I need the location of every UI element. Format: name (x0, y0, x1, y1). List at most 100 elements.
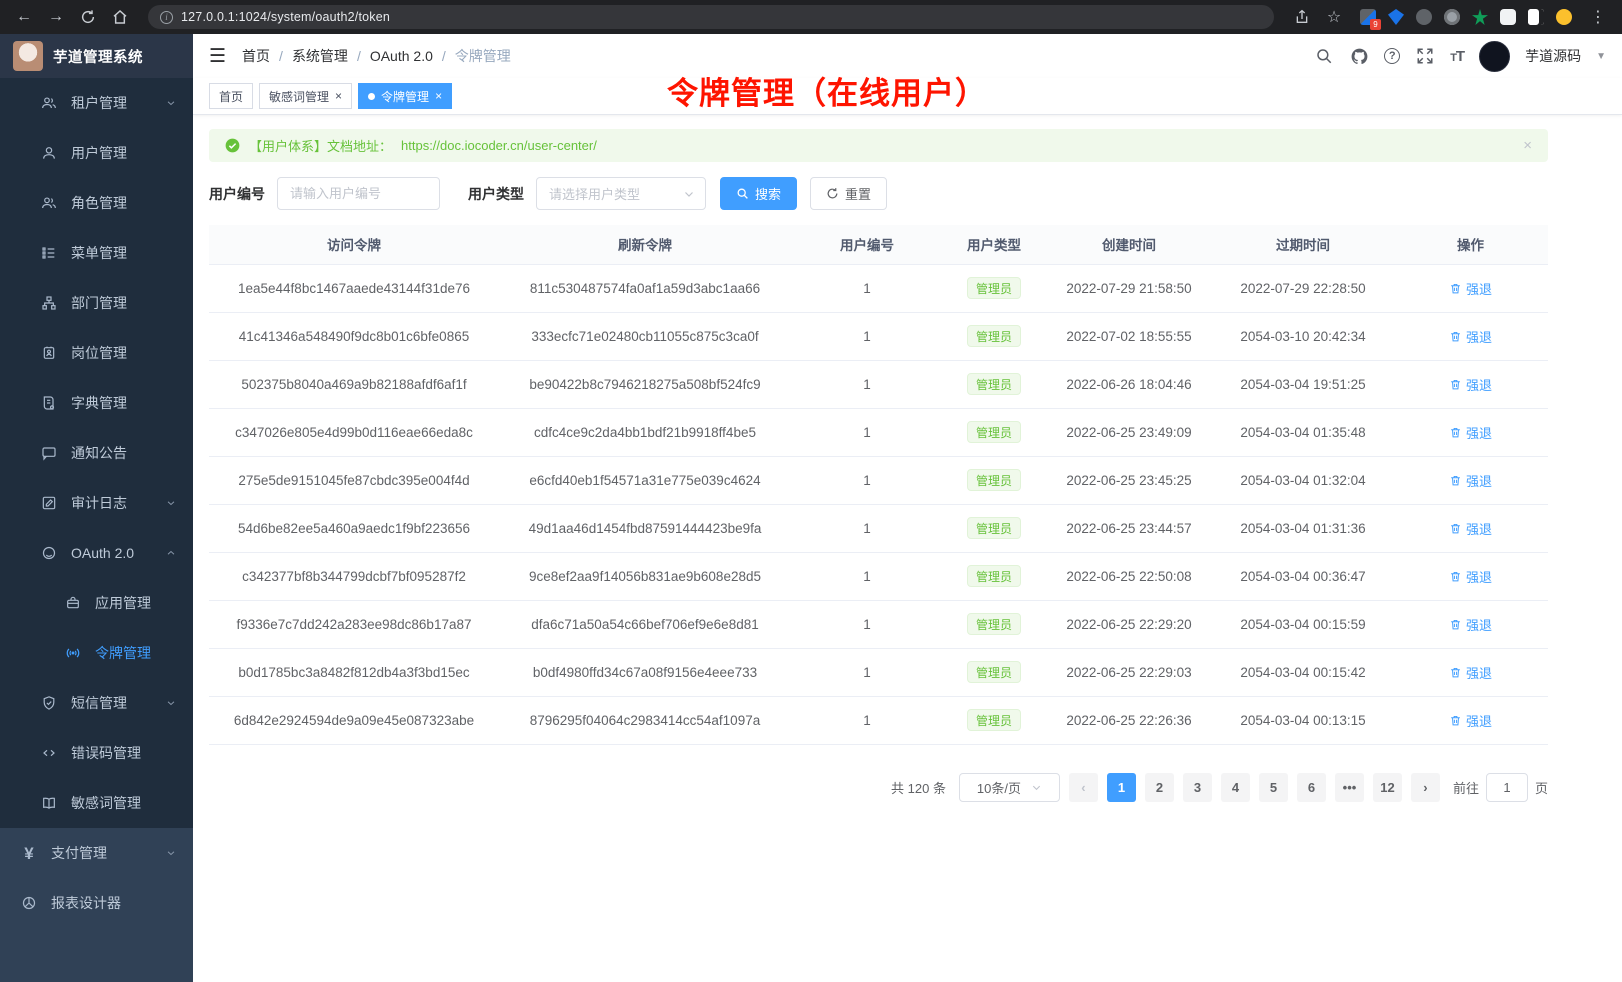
tab-close-icon[interactable]: × (335, 90, 342, 102)
page-ellipsis[interactable]: ••• (1335, 773, 1364, 802)
next-page-button[interactable]: › (1411, 773, 1440, 802)
sidebar-logo[interactable]: 芋道管理系统 (0, 34, 193, 78)
fullscreen-icon[interactable] (1415, 46, 1435, 66)
refresh-token-cell: dfa6c71a50a54c66bef706ef9e6e8d81 (499, 600, 791, 648)
tab-1[interactable]: 敏感词管理 × (259, 83, 352, 109)
page-button-1[interactable]: 1 (1107, 773, 1136, 802)
sidebar-item-dict[interactable]: 字典管理 (0, 378, 193, 428)
force-logout-button[interactable]: 强退 (1449, 375, 1492, 394)
user-type-cell: 管理员 (943, 264, 1045, 312)
force-logout-button[interactable]: 强退 (1449, 615, 1492, 634)
sidebar-item-error-code[interactable]: 错误码管理 (0, 728, 193, 778)
tab-close-icon[interactable]: × (435, 90, 442, 102)
profile-emoji-icon[interactable] (1556, 9, 1572, 25)
browser-reload-icon[interactable] (76, 5, 100, 29)
extension-gem-icon[interactable] (1388, 9, 1404, 25)
font-size-icon[interactable]: TT (1450, 48, 1464, 65)
force-logout-button[interactable]: 强退 (1449, 327, 1492, 346)
site-info-icon[interactable]: i (160, 11, 173, 24)
extension-record-icon[interactable] (1444, 9, 1460, 25)
bookmark-star-icon[interactable]: ☆ (1322, 5, 1346, 29)
sidebar-item-label: 审计日志 (71, 493, 127, 513)
sidebar-item-dept[interactable]: 部门管理 (0, 278, 193, 328)
github-icon[interactable] (1349, 46, 1369, 66)
page-button-2[interactable]: 2 (1145, 773, 1174, 802)
force-logout-button[interactable]: 强退 (1449, 423, 1492, 442)
table-row: b0d1785bc3a8482f812db4a3f3bd15ec b0df498… (209, 648, 1548, 696)
refresh-token-cell: 811c530487574fa0af1a59d3abc1aa66 (499, 264, 791, 312)
tab-0[interactable]: 首页 (209, 83, 253, 109)
caret-down-icon[interactable]: ▼ (1596, 51, 1606, 62)
breadcrumb-separator: / (442, 48, 446, 64)
extension-sidepanel-icon[interactable] (1528, 9, 1544, 25)
alert-doc-link[interactable]: https://doc.iocoder.cn/user-center/ (401, 138, 597, 153)
reset-button[interactable]: 重置 (810, 177, 887, 210)
sidebar-item-audit-log[interactable]: 审计日志 (0, 478, 193, 528)
pie-circle-icon (20, 895, 38, 911)
extension-puzzle-icon[interactable] (1500, 9, 1516, 25)
page-button-4[interactable]: 4 (1221, 773, 1250, 802)
alert-close-icon[interactable]: × (1523, 137, 1532, 154)
force-logout-button[interactable]: 强退 (1449, 519, 1492, 538)
annotation-overlay: 令牌管理（在线用户） (667, 68, 987, 113)
prev-page-button[interactable]: ‹ (1069, 773, 1098, 802)
sidebar-item-oauth2[interactable]: OAuth 2.0 (0, 528, 193, 578)
user-id-input[interactable] (277, 177, 440, 210)
sidebar-item-user[interactable]: 用户管理 (0, 128, 193, 178)
refresh-token-cell: b0df4980ffd34c67a08f9156e4eee733 (499, 648, 791, 696)
force-logout-button[interactable]: 强退 (1449, 279, 1492, 298)
collapse-sidebar-icon[interactable]: ☰ (209, 45, 226, 68)
sidebar-item-role[interactable]: 角色管理 (0, 178, 193, 228)
sidebar-item-label: 应用管理 (95, 593, 151, 613)
user-type-badge: 管理员 (967, 277, 1021, 299)
force-logout-button[interactable]: 强退 (1449, 567, 1492, 586)
username[interactable]: 芋道源码 (1525, 46, 1581, 66)
page-button-3[interactable]: 3 (1183, 773, 1212, 802)
user-type-select[interactable]: 请选择用户类型 (536, 177, 706, 210)
expires-cell: 2054-03-04 01:31:36 (1213, 504, 1393, 552)
sidebar-item-menu[interactable]: 菜单管理 (0, 228, 193, 278)
search-icon[interactable] (1314, 46, 1334, 66)
user-id-cell: 1 (791, 312, 943, 360)
extension-command-icon[interactable] (1416, 9, 1432, 25)
sidebar-item-tenant[interactable]: 租户管理 (0, 78, 193, 128)
sidebar-item-pay[interactable]: ¥ 支付管理 (0, 828, 193, 878)
browser-menu-icon[interactable]: ⋮ (1586, 5, 1610, 29)
extension-grid-icon[interactable]: 9 (1360, 9, 1376, 25)
trash-icon (1449, 282, 1462, 295)
sidebar-item-post[interactable]: 岗位管理 (0, 328, 193, 378)
user-type-label: 用户类型 (468, 184, 524, 204)
page-button-6[interactable]: 6 (1297, 773, 1326, 802)
sidebar-item-oauth2-token[interactable]: 令牌管理 (0, 628, 193, 678)
address-bar[interactable]: i 127.0.0.1:1024/system/oauth2/token (148, 5, 1274, 29)
user-type-badge: 管理员 (967, 709, 1021, 731)
sidebar-item-sensitive-word[interactable]: 敏感词管理 (0, 778, 193, 828)
sidebar-item-oauth2-app[interactable]: 应用管理 (0, 578, 193, 628)
chevron-down-icon (165, 697, 177, 709)
browser-home-icon[interactable] (108, 5, 132, 29)
browser-forward-icon[interactable]: → (44, 5, 68, 29)
extension-star-icon[interactable] (1472, 9, 1488, 25)
sidebar-item-report[interactable]: 报表设计器 (0, 878, 193, 928)
tab-2[interactable]: 令牌管理 × (358, 83, 452, 109)
avatar[interactable] (1479, 41, 1510, 72)
breadcrumb-item[interactable]: 系统管理 (292, 46, 348, 66)
goto-page-input[interactable] (1486, 773, 1528, 802)
page-button-12[interactable]: 12 (1373, 773, 1402, 802)
force-logout-button[interactable]: 强退 (1449, 663, 1492, 682)
force-logout-button[interactable]: 强退 (1449, 711, 1492, 730)
breadcrumb-item[interactable]: OAuth 2.0 (370, 48, 433, 64)
page-button-5[interactable]: 5 (1259, 773, 1288, 802)
sidebar-item-label: 菜单管理 (71, 243, 127, 263)
sidebar-item-sms[interactable]: 短信管理 (0, 678, 193, 728)
page-size-select[interactable]: 10条/页 (959, 773, 1060, 802)
help-icon[interactable]: ? (1384, 48, 1400, 64)
sidebar-item-notice[interactable]: 通知公告 (0, 428, 193, 478)
refresh-token-cell: 49d1aa46d1454fbd87591444423be9fa (499, 504, 791, 552)
force-logout-button[interactable]: 强退 (1449, 471, 1492, 490)
search-button[interactable]: 搜索 (720, 177, 797, 210)
active-tab-dot (368, 93, 375, 100)
share-icon[interactable] (1290, 5, 1314, 29)
breadcrumb-item[interactable]: 首页 (242, 46, 270, 66)
browser-back-icon[interactable]: ← (12, 5, 36, 29)
